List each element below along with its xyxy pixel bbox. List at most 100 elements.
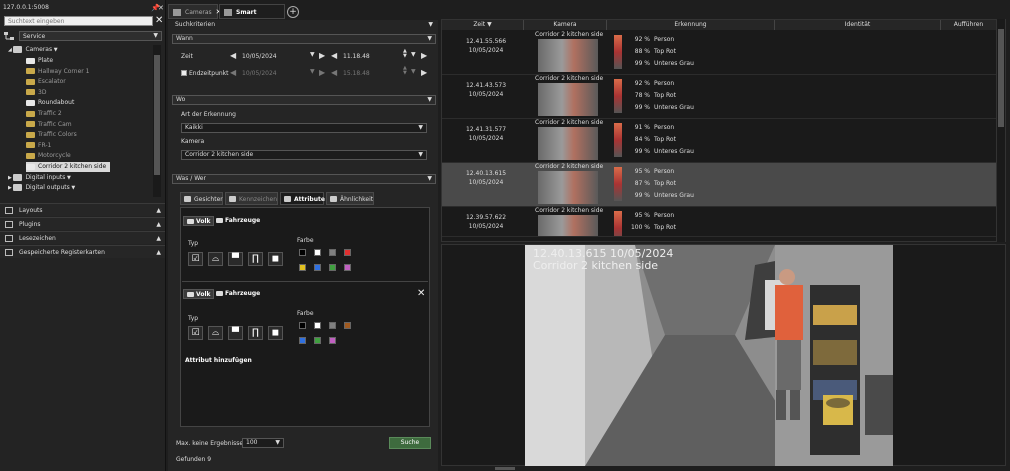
tree-camera-item[interactable]: Plate [26,56,53,66]
result-row[interactable]: 12.41.55.566 10/05/2024 Corridor 2 kitchen… [442,31,997,75]
chevron-down-icon[interactable]: ▼ [70,185,75,191]
color-swatch[interactable] [329,249,336,256]
result-thumbnail[interactable] [538,83,598,116]
add-tab-button[interactable]: + [287,6,299,18]
results-scrollbar[interactable] [996,19,1005,242]
search-criteria-header[interactable]: Suchkriterien ▼ [172,21,436,31]
shirt-icon[interactable]: ▀ [228,326,243,340]
tree-camera-item[interactable]: FR-1 [26,141,51,151]
time-spinner[interactable]: ▲ ▼ [403,49,407,59]
shirt-icon[interactable]: ▀ [228,252,243,266]
bag-icon[interactable]: ◼ [268,252,283,266]
tree-folder[interactable]: ▶ Digital inputs ▼ [8,173,71,183]
pants-icon[interactable]: ∏ [248,252,263,266]
search-button[interactable]: Suche [389,437,431,449]
section-saved-tabs[interactable]: Gespeicherte Registerkarten ▲ [0,245,165,258]
col-play[interactable]: Aufführen [941,20,997,30]
tab-cameras[interactable]: Cameras✕ [168,4,222,19]
color-swatch[interactable] [299,322,306,329]
color-swatch[interactable] [314,264,321,271]
end-time-prev-arrow[interactable]: ◀ [331,68,337,77]
end-date-dropdown-icon[interactable]: ▼ [310,68,315,75]
time-prev-arrow[interactable]: ◀ [331,51,337,60]
vehicles-filter-button[interactable]: Fahrzeuge [213,216,263,226]
tree-camera-item[interactable]: Traffic Cam [26,120,72,130]
time-next-arrow[interactable]: ▶ [421,51,427,60]
vehicles-filter-button-2[interactable]: Fahrzeuge [213,289,263,299]
color-swatch[interactable] [329,322,336,329]
color-swatch[interactable] [314,337,321,344]
people-filter-button-2[interactable]: Volk [183,289,215,299]
section-layouts[interactable]: Layouts ▲ [0,203,165,216]
col-camera[interactable]: Kamera [524,20,607,30]
color-swatch[interactable] [314,322,321,329]
pants-icon[interactable]: ∏ [248,326,263,340]
max-results-select[interactable]: 100 ▼ [242,438,284,448]
date-field[interactable]: 10/05/2024 [242,53,277,60]
tab-plates[interactable]: Kennzeichen [225,192,278,205]
date-prev-arrow[interactable]: ◀ [230,51,236,60]
end-time-spinner[interactable]: ▲ ▼ [403,66,407,76]
end-time-next-arrow[interactable]: ▶ [421,68,427,77]
date-dropdown-icon[interactable]: ▼ [310,51,315,58]
end-date-prev-arrow[interactable]: ◀ [230,68,236,77]
result-row[interactable]: 12.39.57.622 10/05/2024 Corridor 2 kitchen… [442,207,997,237]
section-bookmarks[interactable]: Lesezeichen ▲ [0,231,165,244]
result-thumbnail[interactable] [538,171,598,204]
bag-icon[interactable]: ◼ [268,326,283,340]
col-time[interactable]: Zeit ▼ [442,20,524,30]
tab-faces[interactable]: Gesichter [180,192,223,205]
tab-similarity[interactable]: Ähnlichkeit [326,192,374,205]
end-time-dropdown-icon[interactable]: ▼ [411,68,416,75]
time-dropdown-icon[interactable]: ▼ [411,51,416,58]
tree-camera-item[interactable]: Hallway Corner 1 [26,67,89,77]
tree-camera-item[interactable]: Roundabout [26,98,74,108]
color-swatch[interactable] [329,337,336,344]
endpoint-checkbox[interactable] [181,70,187,76]
tree-camera-item[interactable]: Traffic Colors [26,130,77,140]
hat-icon[interactable]: ⌓ [208,252,223,266]
time-field[interactable]: 11.18.48 [343,53,370,60]
tab-smart-search[interactable]: Smart Search✕ [219,4,285,31]
tree-scrollbar[interactable] [153,45,161,197]
sidebar-search-input[interactable] [4,16,153,26]
where-section-header[interactable]: Wo ▼ [172,95,436,105]
add-attribute-button[interactable]: Attribut hinzufügen [185,357,252,364]
color-swatch[interactable] [344,249,351,256]
chevron-down-icon[interactable]: ▼ [52,47,58,53]
close-icon[interactable]: ✕ [158,4,164,12]
camera-select[interactable]: Corridor 2 kitchen side ▼ [181,150,427,160]
service-select[interactable]: Service ▼ [19,31,162,41]
chevron-down-icon[interactable]: ▼ [65,175,71,181]
color-swatch[interactable] [344,264,351,271]
section-plugins[interactable]: Plugins ▲ [0,217,165,230]
color-swatch[interactable] [299,249,306,256]
people-filter-button[interactable]: Volk [183,216,215,226]
result-thumbnail[interactable] [538,39,598,72]
tree-camera-item[interactable]: 3D [26,88,46,98]
result-thumbnail[interactable] [538,127,598,160]
hat-icon[interactable]: ⌓ [208,326,223,340]
color-swatch[interactable] [314,249,321,256]
clear-search-icon[interactable]: ✕ [155,15,163,26]
result-row[interactable]: 12.40.13.615 10/05/2024 Corridor 2 kitchen… [442,163,997,207]
tree-camera-item[interactable]: Motorcycle [26,151,71,161]
end-time-field[interactable]: 15.18.48 [343,70,370,77]
detection-type-select[interactable]: Kaikki ▼ [181,123,427,133]
all-types-toggle-2[interactable]: ☑ [188,326,203,340]
date-next-arrow[interactable]: ▶ [319,51,325,60]
color-swatch[interactable] [299,264,306,271]
tab-attributes[interactable]: Attribute [280,192,325,205]
result-row[interactable]: 12.41.43.573 10/05/2024 Corridor 2 kitchen… [442,75,997,119]
horizontal-scrollbar[interactable] [495,467,515,470]
color-swatch[interactable] [329,264,336,271]
color-swatch[interactable] [299,337,306,344]
end-date-next-arrow[interactable]: ▶ [319,68,325,77]
all-types-toggle[interactable]: ☑ [188,252,203,266]
when-section-header[interactable]: Wann ▼ [172,34,436,44]
who-section-header[interactable]: Was / Wer ▼ [172,174,436,184]
color-swatch[interactable] [344,322,351,329]
tree-camera-item[interactable]: Escalator [26,77,66,87]
col-detection[interactable]: Erkennung [607,20,775,30]
remove-attribute-icon[interactable]: ✕ [417,288,425,299]
